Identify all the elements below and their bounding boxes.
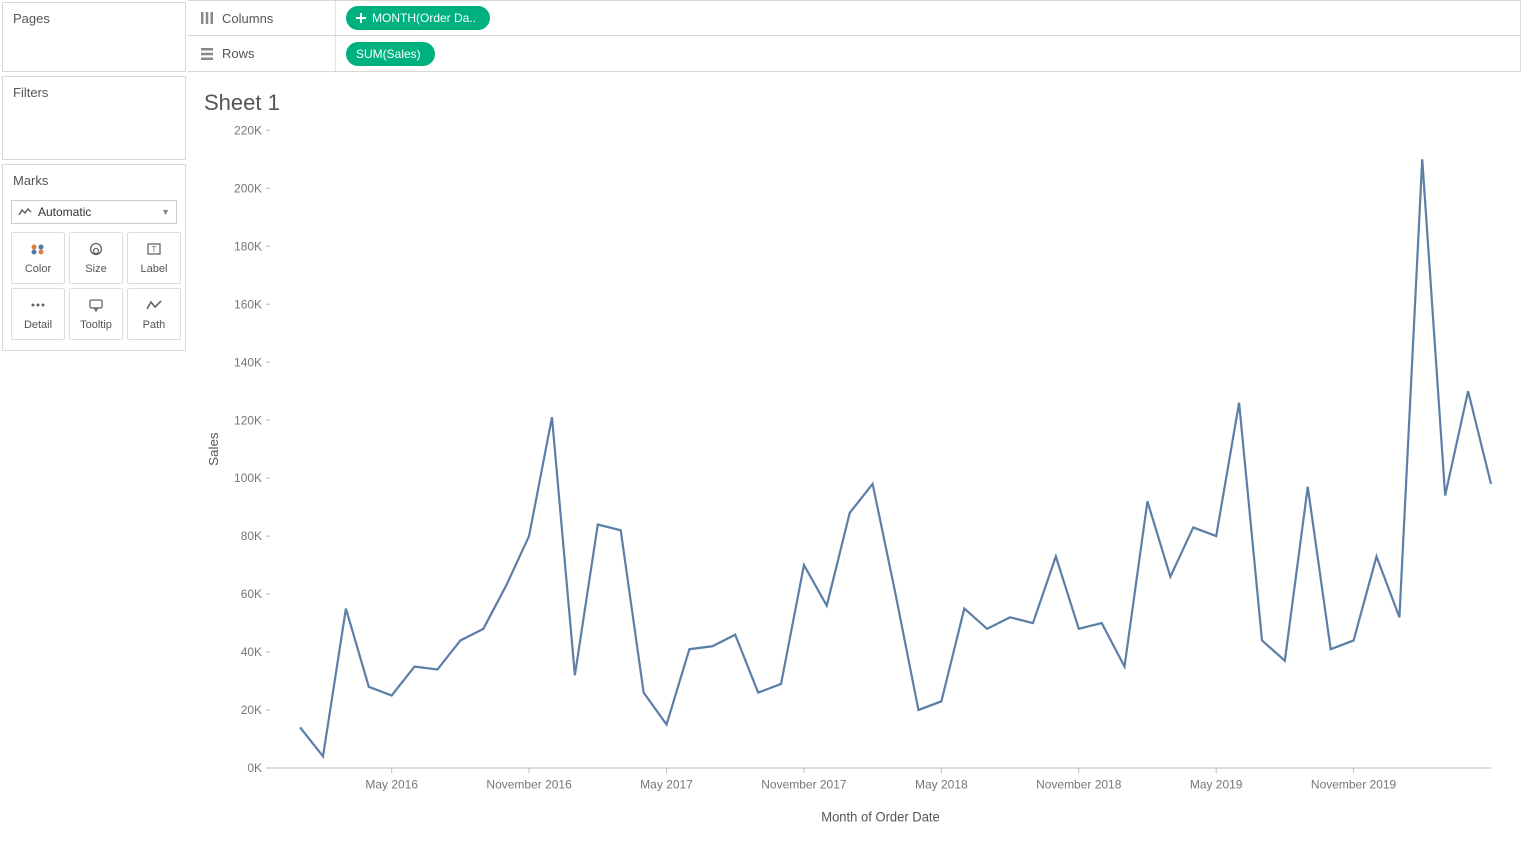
line-chart[interactable]: 0K 20K 40K 60K 80K 100K 120K 140K 160K 180K 200K 22…: [200, 120, 1501, 840]
columns-icon: [200, 11, 214, 25]
mark-type-label: Automatic: [38, 205, 91, 219]
svg-text:220K: 220K: [234, 123, 262, 137]
mark-card-label: Tooltip: [80, 319, 112, 331]
pages-panel[interactable]: Pages: [2, 2, 186, 72]
svg-text:160K: 160K: [234, 297, 262, 311]
svg-text:November 2019: November 2019: [1311, 777, 1397, 791]
svg-text:60K: 60K: [241, 587, 262, 601]
rows-icon: [200, 47, 214, 61]
mark-card-label: Size: [85, 263, 106, 275]
filters-panel[interactable]: Filters: [2, 76, 186, 160]
mark-type-dropdown[interactable]: Automatic ▼: [11, 200, 177, 224]
svg-text:November 2018: November 2018: [1036, 777, 1122, 791]
chevron-down-icon: ▼: [161, 207, 170, 217]
marks-title: Marks: [3, 165, 185, 194]
columns-pill[interactable]: MONTH(Order Da..: [346, 6, 490, 30]
filters-title: Filters: [3, 77, 185, 106]
svg-text:20K: 20K: [241, 703, 262, 717]
svg-text:80K: 80K: [241, 529, 262, 543]
svg-text:100K: 100K: [234, 471, 262, 485]
svg-text:0K: 0K: [247, 761, 262, 775]
svg-text:May 2016: May 2016: [365, 777, 418, 791]
rows-label: Rows: [222, 46, 255, 61]
mark-card-label[interactable]: T Label: [127, 232, 181, 284]
rows-pill-label: SUM(Sales): [356, 47, 421, 61]
mark-card-detail[interactable]: Detail: [11, 288, 65, 340]
mark-card-label: Color: [25, 263, 51, 275]
svg-text:November 2017: November 2017: [761, 777, 847, 791]
size-icon: [87, 242, 105, 259]
mark-card-size[interactable]: Size: [69, 232, 123, 284]
plus-icon: [356, 13, 366, 23]
svg-text:120K: 120K: [234, 413, 262, 427]
path-icon: [145, 298, 163, 315]
svg-text:November 2016: November 2016: [486, 777, 572, 791]
mark-card-tooltip[interactable]: Tooltip: [69, 288, 123, 340]
svg-text:May 2019: May 2019: [1190, 777, 1243, 791]
mark-card-label: Path: [143, 319, 166, 331]
mark-card-color[interactable]: Color: [11, 232, 65, 284]
color-icon: [29, 242, 47, 259]
detail-icon: [29, 298, 47, 315]
columns-shelf[interactable]: Columns MONTH(Order Da..: [188, 0, 1521, 36]
svg-text:200K: 200K: [234, 181, 262, 195]
svg-text:40K: 40K: [241, 645, 262, 659]
mark-card-label: Label: [141, 263, 168, 275]
mark-card-path[interactable]: Path: [127, 288, 181, 340]
shelves: Columns MONTH(Order Da.. Rows SUM(Sales): [188, 0, 1521, 72]
columns-label: Columns: [222, 11, 273, 26]
line-mark-icon: [18, 207, 32, 217]
svg-text:Month of Order Date: Month of Order Date: [821, 809, 940, 824]
svg-text:180K: 180K: [234, 239, 262, 253]
viz-area[interactable]: Sheet 1 0K 20K 40K 60K 80K 100K 120K 140K 160K 18…: [188, 72, 1521, 857]
rows-pill[interactable]: SUM(Sales): [346, 42, 435, 66]
sheet-title: Sheet 1: [204, 90, 1501, 116]
rows-shelf[interactable]: Rows SUM(Sales): [188, 36, 1521, 72]
columns-pill-label: MONTH(Order Da..: [372, 11, 476, 25]
svg-text:T: T: [152, 245, 157, 254]
svg-text:140K: 140K: [234, 355, 262, 369]
tooltip-icon: [87, 298, 105, 315]
svg-text:May 2017: May 2017: [640, 777, 693, 791]
label-icon: T: [145, 242, 163, 259]
mark-card-label: Detail: [24, 319, 52, 331]
svg-text:Sales: Sales: [206, 432, 221, 466]
pages-title: Pages: [3, 3, 185, 32]
svg-text:May 2018: May 2018: [915, 777, 968, 791]
marks-panel: Marks Automatic ▼ Color Size T Label Detail T…: [2, 164, 186, 351]
